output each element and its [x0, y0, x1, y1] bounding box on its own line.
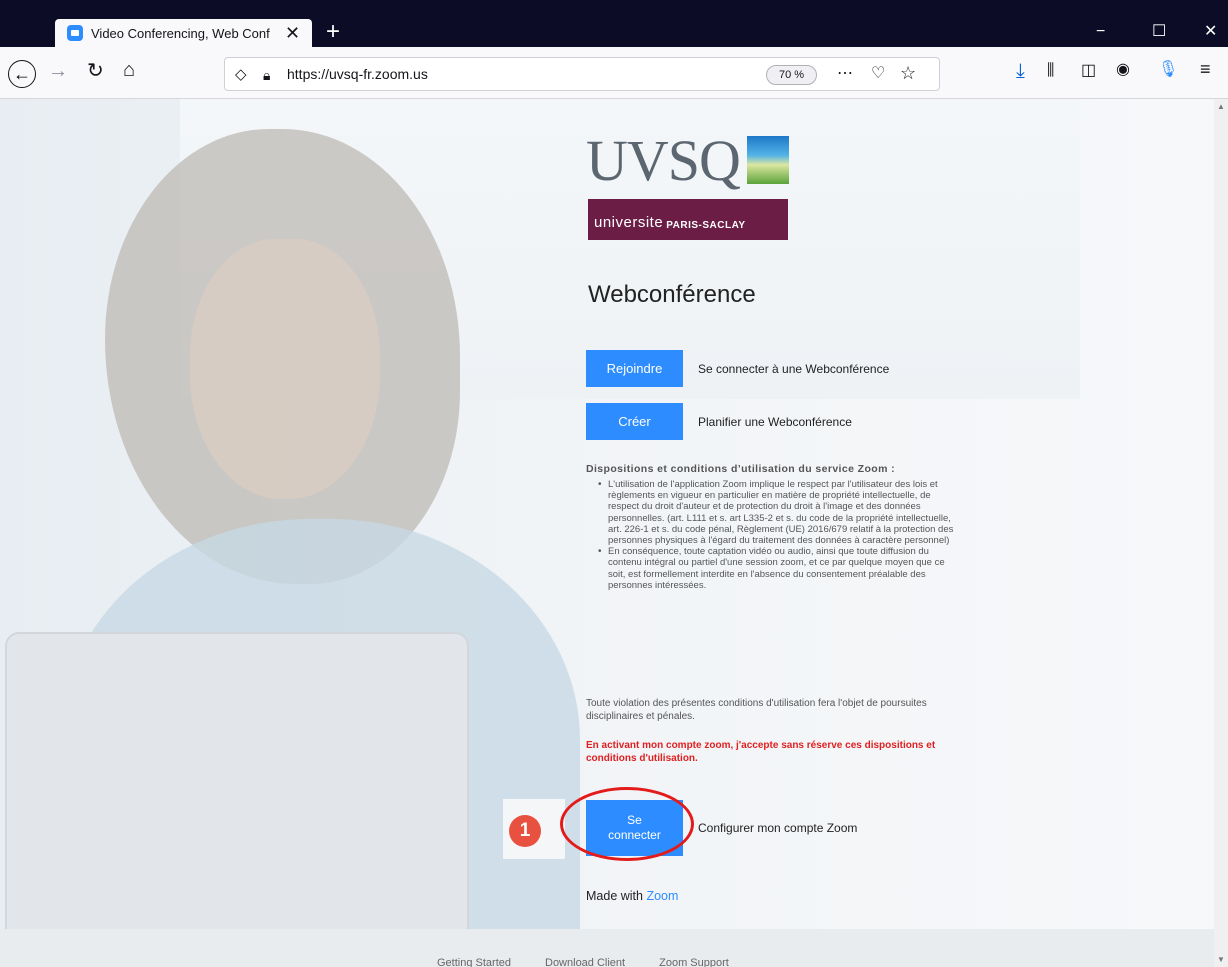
- sidebar-icon[interactable]: ◫: [1081, 61, 1096, 81]
- terms-note: Toute violation des présentes conditions…: [586, 698, 927, 722]
- close-window-icon[interactable]: ✕: [1204, 24, 1217, 40]
- account-icon[interactable]: ◉: [1116, 60, 1130, 80]
- ellipsis-icon[interactable]: ⋯: [837, 64, 853, 84]
- tab-title: Video Conferencing, Web Conf: [91, 25, 270, 41]
- new-tab-icon[interactable]: +: [326, 18, 340, 46]
- made-with-zoom: Made with Zoom: [586, 889, 678, 903]
- footer-link-download-client[interactable]: Download Client: [545, 957, 625, 967]
- browser-tab[interactable]: Video Conferencing, Web Conf ✕: [55, 19, 312, 47]
- url-text[interactable]: https://uvsq-fr.zoom.us: [287, 66, 428, 82]
- page-scrollbar[interactable]: ▲ ▼: [1214, 99, 1228, 967]
- connect-description: Configurer mon compte Zoom: [698, 821, 858, 835]
- web-page: UVSQ universite PARIS-SACLAY Webconféren…: [0, 99, 1228, 967]
- footer-links: Getting Started Download Client Zoom Sup…: [437, 957, 729, 967]
- uvsq-logo-emblem: [747, 136, 789, 184]
- home-icon[interactable]: ⌂: [123, 60, 135, 80]
- forward-arrow-icon[interactable]: →: [48, 61, 68, 81]
- download-icon[interactable]: ⤓: [1016, 61, 1025, 81]
- uvsq-logo: UVSQ: [586, 126, 796, 196]
- create-row: Créer Planifier une Webconférence: [586, 403, 852, 440]
- join-description: Se connecter à une Webconférence: [698, 361, 890, 376]
- highlight-ring: [560, 787, 694, 861]
- footer-link-zoom-support[interactable]: Zoom Support: [659, 957, 729, 967]
- browser-titlebar: Video Conferencing, Web Conf ✕ + − ☐ ✕: [0, 0, 1228, 47]
- browser-toolbar: ← → ↻ ⌂ ◇ 🔒︎ https://uvsq-fr.zoom.us 70 …: [0, 47, 1228, 99]
- zoom-level-badge[interactable]: 70 %: [766, 65, 817, 85]
- join-row: Rejoindre Se connecter à une Webconféren…: [586, 350, 889, 387]
- ups-logo-main: universite: [594, 214, 664, 231]
- ups-logo-sub: PARIS-SACLAY: [666, 220, 746, 231]
- microphone-icon[interactable]: 🎙︎: [1158, 60, 1178, 80]
- create-description: Planifier une Webconférence: [698, 414, 852, 429]
- page-title: Webconférence: [588, 281, 756, 308]
- address-bar[interactable]: ◇ 🔒︎ https://uvsq-fr.zoom.us 70 % ⋯ ♡ ☆: [224, 57, 940, 91]
- back-arrow-icon[interactable]: ←: [8, 60, 36, 88]
- join-button[interactable]: Rejoindre: [586, 350, 683, 387]
- scroll-down-icon[interactable]: ▼: [1217, 955, 1225, 964]
- step-number-badge: 1: [509, 815, 541, 847]
- terms-list: L'utilisation de l'application Zoom impl…: [594, 479, 964, 591]
- create-button[interactable]: Créer: [586, 403, 683, 440]
- footer-link-getting-started[interactable]: Getting Started: [437, 957, 511, 967]
- uvsq-logo-text: UVSQ: [586, 128, 741, 193]
- paris-saclay-logo: universite PARIS-SACLAY: [588, 199, 788, 240]
- terms-item: En conséquence, toute captation vidéo ou…: [594, 546, 964, 591]
- terms-item: L'utilisation de l'application Zoom impl…: [594, 479, 964, 546]
- background-laptop: [5, 632, 469, 951]
- terms-warning: En activant mon compte zoom, j'accepte s…: [586, 740, 936, 764]
- tab-close-icon[interactable]: ✕: [285, 23, 300, 44]
- bookmark-star-icon[interactable]: ☆: [900, 63, 916, 83]
- scroll-up-icon[interactable]: ▲: [1217, 102, 1225, 111]
- minimize-icon[interactable]: −: [1096, 24, 1105, 40]
- zoom-link[interactable]: Zoom: [646, 889, 678, 903]
- zoom-favicon-icon: [67, 25, 83, 41]
- pocket-icon[interactable]: ♡: [871, 64, 885, 84]
- library-icon[interactable]: ⫼: [1047, 61, 1054, 81]
- reload-icon[interactable]: ↻: [87, 61, 104, 81]
- made-with-text: Made with: [586, 889, 643, 903]
- shield-icon[interactable]: ◇: [235, 65, 247, 85]
- background-person-face: [190, 239, 380, 499]
- lock-icon[interactable]: 🔒︎: [263, 65, 270, 85]
- maximize-icon[interactable]: ☐: [1152, 24, 1166, 40]
- terms-title: Dispositions et conditions d’utilisation…: [586, 463, 896, 475]
- menu-icon[interactable]: ≡: [1200, 59, 1211, 79]
